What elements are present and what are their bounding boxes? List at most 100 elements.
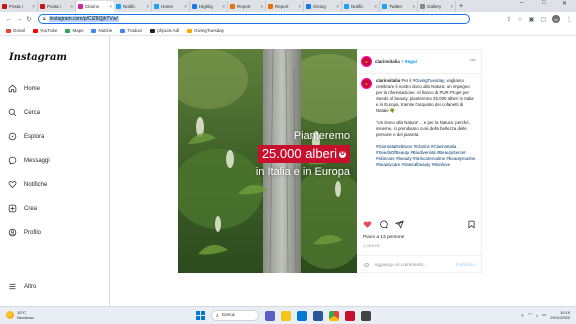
browser-tab[interactable]: Posta i × <box>0 1 38 12</box>
browser-tab[interactable]: Report × <box>266 1 304 12</box>
hashtag-link[interactable]: #BeautySecret <box>437 150 466 155</box>
menu-icon[interactable]: ⋮ <box>566 16 572 23</box>
nav-create[interactable]: Crea <box>8 204 37 213</box>
publish-button[interactable]: Pubblica <box>456 263 476 268</box>
edge-icon[interactable] <box>297 310 307 321</box>
browser-tab[interactable]: Twitter × <box>380 1 418 12</box>
nav-profile[interactable]: Profilo <box>8 228 41 237</box>
hashtag-link[interactable]: #beautyroutine <box>446 156 475 161</box>
word-icon[interactable] <box>313 310 323 321</box>
reload-icon[interactable]: ↻ <box>24 15 34 23</box>
nav-messages[interactable]: Messaggi <box>8 156 50 165</box>
hashtag-link[interactable]: #naturalbeauty <box>401 162 430 167</box>
tab-close-icon[interactable]: × <box>336 4 339 9</box>
nav-search[interactable]: Cerca <box>8 108 40 117</box>
browser-tab[interactable]: Report × <box>228 1 266 12</box>
comment-icon[interactable] <box>379 220 388 229</box>
hashtag-link[interactable]: #skincare <box>376 156 395 161</box>
tab-close-icon[interactable]: × <box>109 4 112 9</box>
tab-close-icon[interactable]: × <box>32 4 35 9</box>
browser-tab[interactable]: Giving × <box>304 1 342 12</box>
avatar[interactable]: C <box>361 78 372 89</box>
nav-home[interactable]: Home <box>8 84 40 93</box>
browser-tab[interactable]: Home × <box>152 1 190 12</box>
taskbar-search[interactable]: ⌕ Cerca <box>211 310 259 321</box>
file-explorer-icon[interactable] <box>281 310 291 321</box>
comment-input[interactable] <box>374 262 456 268</box>
volume-icon[interactable]: ♪ <box>536 313 538 318</box>
tab-close-icon[interactable]: × <box>450 4 453 9</box>
lock-icon[interactable]: 🔒︎ <box>43 16 46 22</box>
bookmark-item[interactable]: Traduci <box>120 28 142 33</box>
username[interactable]: clarinsitalia <box>375 59 400 64</box>
hashtag-link[interactable]: #beauty <box>396 156 412 161</box>
browser-tab[interactable]: Notific × <box>114 1 152 12</box>
back-icon[interactable]: ← <box>4 16 14 23</box>
share-icon[interactable]: ⇪ <box>506 16 511 23</box>
browser-tab[interactable]: Highlig × <box>190 1 228 12</box>
maximize-icon[interactable]: □ <box>542 0 546 6</box>
bookmark-item[interactable]: Notizie <box>91 28 112 33</box>
hashtag-link[interactable]: #GiornataDelDono <box>376 144 412 149</box>
chrome-icon[interactable] <box>329 310 339 321</box>
chevron-up-icon[interactable]: ˄ <box>521 313 524 318</box>
url-input[interactable]: 🔒︎ instagram.com/p/ClZ8QjhTVw/ <box>38 14 470 24</box>
minimize-icon[interactable]: – <box>520 0 523 6</box>
hashtag-link[interactable]: #ClarinsItalia <box>431 144 456 149</box>
hashtag-link[interactable]: #skincareroutine <box>413 156 445 161</box>
browser-tab[interactable]: Posta i × <box>38 1 76 12</box>
tab-close-icon[interactable]: × <box>146 4 149 9</box>
tab-close-icon[interactable]: × <box>184 4 187 9</box>
hashtag-link[interactable]: #GivingTuesday <box>413 78 444 83</box>
battery-icon[interactable]: ▭ <box>542 312 546 318</box>
bookmark-star-icon[interactable]: ☆ <box>517 16 522 23</box>
hashtag-link[interactable]: #Clarins <box>414 144 430 149</box>
start-icon[interactable] <box>196 311 205 320</box>
bookmark-item[interactable]: Gmail <box>6 28 25 33</box>
nav-more[interactable]: Altro <box>8 282 36 291</box>
share-icon[interactable] <box>395 220 404 229</box>
close-window-icon[interactable]: ✕ <box>562 0 567 7</box>
messenger-icon <box>8 156 17 165</box>
avatar[interactable]: C <box>361 56 372 67</box>
follow-button[interactable]: • Segui <box>402 59 417 64</box>
nav-explore[interactable]: Esplora <box>8 132 44 141</box>
more-options-icon[interactable]: ··· <box>470 58 476 64</box>
hashtag-link[interactable]: #skinlove <box>432 162 450 167</box>
browser-tab[interactable]: Clarins × <box>76 1 114 12</box>
like-heart-icon[interactable] <box>363 220 372 229</box>
browser-tab[interactable]: Notific × <box>342 1 380 12</box>
sidebar-icon[interactable]: ▢ <box>540 16 546 23</box>
bookmark-item[interactable]: Maps <box>65 28 83 33</box>
tab-close-icon[interactable]: × <box>298 4 301 9</box>
clock[interactable]: 10:19 29/11/2022 <box>550 310 570 320</box>
tab-close-icon[interactable]: × <box>260 4 263 9</box>
tab-close-icon[interactable]: × <box>222 4 225 9</box>
save-bookmark-icon[interactable] <box>467 220 476 229</box>
hashtag-link[interactable]: #beautycare <box>376 162 400 167</box>
post-image[interactable]: Pianteremo 25.000 alberi ✿ in Italia e i… <box>178 49 357 273</box>
app-icon[interactable] <box>361 310 371 321</box>
caption-username[interactable]: clarinsitalia <box>376 78 400 83</box>
bookmark-item[interactable]: phpList Adl <box>150 28 179 33</box>
app-icon[interactable] <box>345 310 355 321</box>
tab-close-icon[interactable]: × <box>70 4 73 9</box>
extensions-icon[interactable]: ▣ <box>529 16 535 23</box>
weather-widget[interactable]: 10°C Nuvoloso <box>6 310 34 320</box>
browser-tab[interactable]: Gallery × <box>418 1 456 12</box>
nav-notifications[interactable]: Notifiche <box>8 180 47 189</box>
profile-avatar[interactable]: M <box>552 15 560 23</box>
likes-count[interactable]: Piace a 13 persone <box>363 235 404 240</box>
tab-close-icon[interactable]: × <box>412 4 415 9</box>
bookmark-item[interactable]: YouTube <box>32 28 57 33</box>
hashtag-link[interactable]: #SeedsOfBeauty <box>376 150 409 155</box>
instagram-logo[interactable]: Instagram <box>9 52 67 63</box>
forward-icon[interactable]: → <box>14 16 24 23</box>
wifi-icon[interactable]: ◠ <box>528 312 532 318</box>
hashtag-link[interactable]: #Biodiversità <box>410 150 435 155</box>
emoji-icon[interactable]: ☺ <box>363 262 370 269</box>
tab-close-icon[interactable]: × <box>374 4 377 9</box>
bookmark-item[interactable]: GivingTuesday <box>187 28 224 33</box>
new-tab-icon[interactable]: + <box>456 1 466 12</box>
teams-icon[interactable] <box>265 310 275 321</box>
